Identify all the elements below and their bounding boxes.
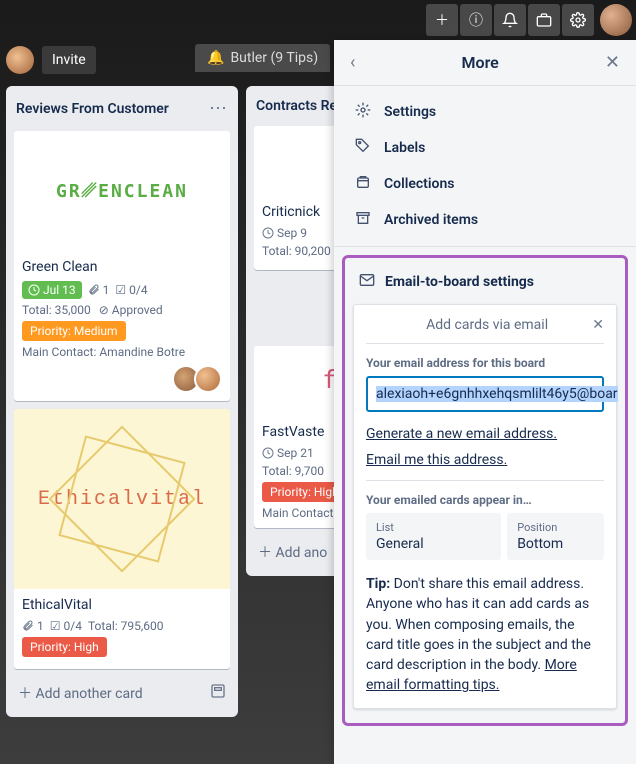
email-address-value: alexiaoh+e6gnhhxehqsmlilt46y5@boar — [376, 386, 618, 402]
add-card-button[interactable]: ＋ Add another card — [14, 677, 230, 709]
invite-button[interactable]: Invite — [42, 46, 96, 74]
select-label: Position — [517, 521, 594, 534]
menu-archived[interactable]: Archived items — [334, 202, 636, 238]
email-popover: Add cards via email ✕ Your email address… — [353, 304, 617, 709]
menu-label: Collections — [384, 176, 454, 192]
tip-text: Tip: Don't share this email address. Any… — [366, 574, 604, 696]
menu-label: Archived items — [384, 212, 478, 228]
tag-icon — [354, 138, 372, 158]
attachment-badge: 1 — [22, 619, 44, 633]
due-badge: Sep 9 — [262, 226, 307, 240]
collections-icon — [354, 174, 372, 194]
position-select[interactable]: Position Bottom — [507, 513, 604, 560]
gear-icon[interactable] — [562, 4, 594, 36]
bell-icon[interactable] — [494, 4, 526, 36]
list-select[interactable]: List General — [366, 513, 501, 560]
due-badge: Jul 13 — [22, 281, 82, 299]
close-icon[interactable]: ✕ — [605, 52, 620, 73]
priority-badge: Priority: High — [22, 637, 107, 657]
mail-icon — [359, 272, 375, 292]
popover-title: Add cards via email — [382, 317, 592, 333]
generate-link[interactable]: Generate a new email address. — [366, 426, 604, 442]
section-title: Email-to-board settings — [385, 274, 534, 290]
priority-badge: Priority: Medium — [22, 321, 126, 341]
menu-label: Settings — [384, 104, 436, 120]
gear-icon — [354, 102, 372, 122]
template-icon[interactable] — [210, 683, 226, 703]
total-value: Total: 795,600 — [88, 619, 164, 633]
list-menu-icon[interactable]: ⋯ — [209, 98, 228, 119]
list-title[interactable]: Reviews From Customer — [16, 101, 169, 117]
approved-badge: ⊘ Approved — [99, 303, 163, 317]
card-title: Green Clean — [22, 259, 222, 275]
menu-collections[interactable]: Collections — [334, 166, 636, 202]
checklist-badge: ☑ 0/4 — [115, 283, 147, 297]
total-value: Total: 35,000 — [22, 303, 91, 317]
top-bar: ＋ ⓘ — [422, 0, 636, 40]
menu-labels[interactable]: Labels — [334, 130, 636, 166]
info-icon[interactable]: ⓘ — [460, 4, 492, 36]
select-value: General — [376, 536, 491, 552]
appear-label: Your emailed cards appear in… — [366, 493, 604, 507]
card-cover: Ethicalvital — [14, 409, 230, 589]
emailme-link[interactable]: Email me this address. — [366, 452, 604, 468]
more-panel: ‹ More ✕ Settings Labels Collections — [334, 40, 636, 764]
menu-settings[interactable]: Settings — [334, 94, 636, 130]
member-avatar[interactable] — [6, 46, 34, 74]
close-icon[interactable]: ✕ — [592, 317, 604, 333]
address-label: Your email address for this board — [366, 356, 604, 370]
total-value: Total: 90,200 — [262, 244, 331, 258]
greenclean-logo: GR␥ENCLEAN — [56, 181, 188, 202]
add-icon[interactable]: ＋ — [426, 4, 458, 36]
panel-title: More — [462, 53, 499, 72]
select-label: List — [376, 521, 491, 534]
ethical-logo: Ethicalvital — [38, 488, 206, 511]
menu-label: Labels — [384, 140, 425, 156]
archive-icon — [354, 210, 372, 230]
email-address-input[interactable]: alexiaoh+e6gnhhxehqsmlilt46y5@boar — [366, 376, 604, 412]
email-settings-section: Email-to-board settings Add cards via em… — [342, 255, 628, 726]
contact-line: Main Contact: Amandine Botre — [22, 345, 222, 359]
due-badge: Sep 21 — [262, 446, 314, 460]
card-greenclean[interactable]: GR␥ENCLEAN Green Clean Jul 13 1 ☑ 0/4 To… — [14, 131, 230, 401]
attachment-badge: 1 — [88, 283, 110, 297]
card-ethicalvital[interactable]: Ethicalvital EthicalVital 1 ☑ 0/4 Total:… — [14, 409, 230, 669]
checklist-badge: ☑ 0/4 — [50, 619, 82, 633]
card-cover: GR␥ENCLEAN — [14, 131, 230, 251]
briefcase-icon[interactable] — [528, 4, 560, 36]
back-icon[interactable]: ‹ — [350, 52, 355, 73]
total-value: Total: 9,700 — [262, 464, 324, 478]
select-value: Bottom — [517, 536, 594, 552]
member-avatar[interactable] — [194, 365, 222, 393]
list-reviews: Reviews From Customer ⋯ GR␥ENCLEAN Green… — [6, 86, 238, 717]
avatar[interactable] — [600, 4, 632, 36]
card-title: EthicalVital — [22, 597, 222, 613]
